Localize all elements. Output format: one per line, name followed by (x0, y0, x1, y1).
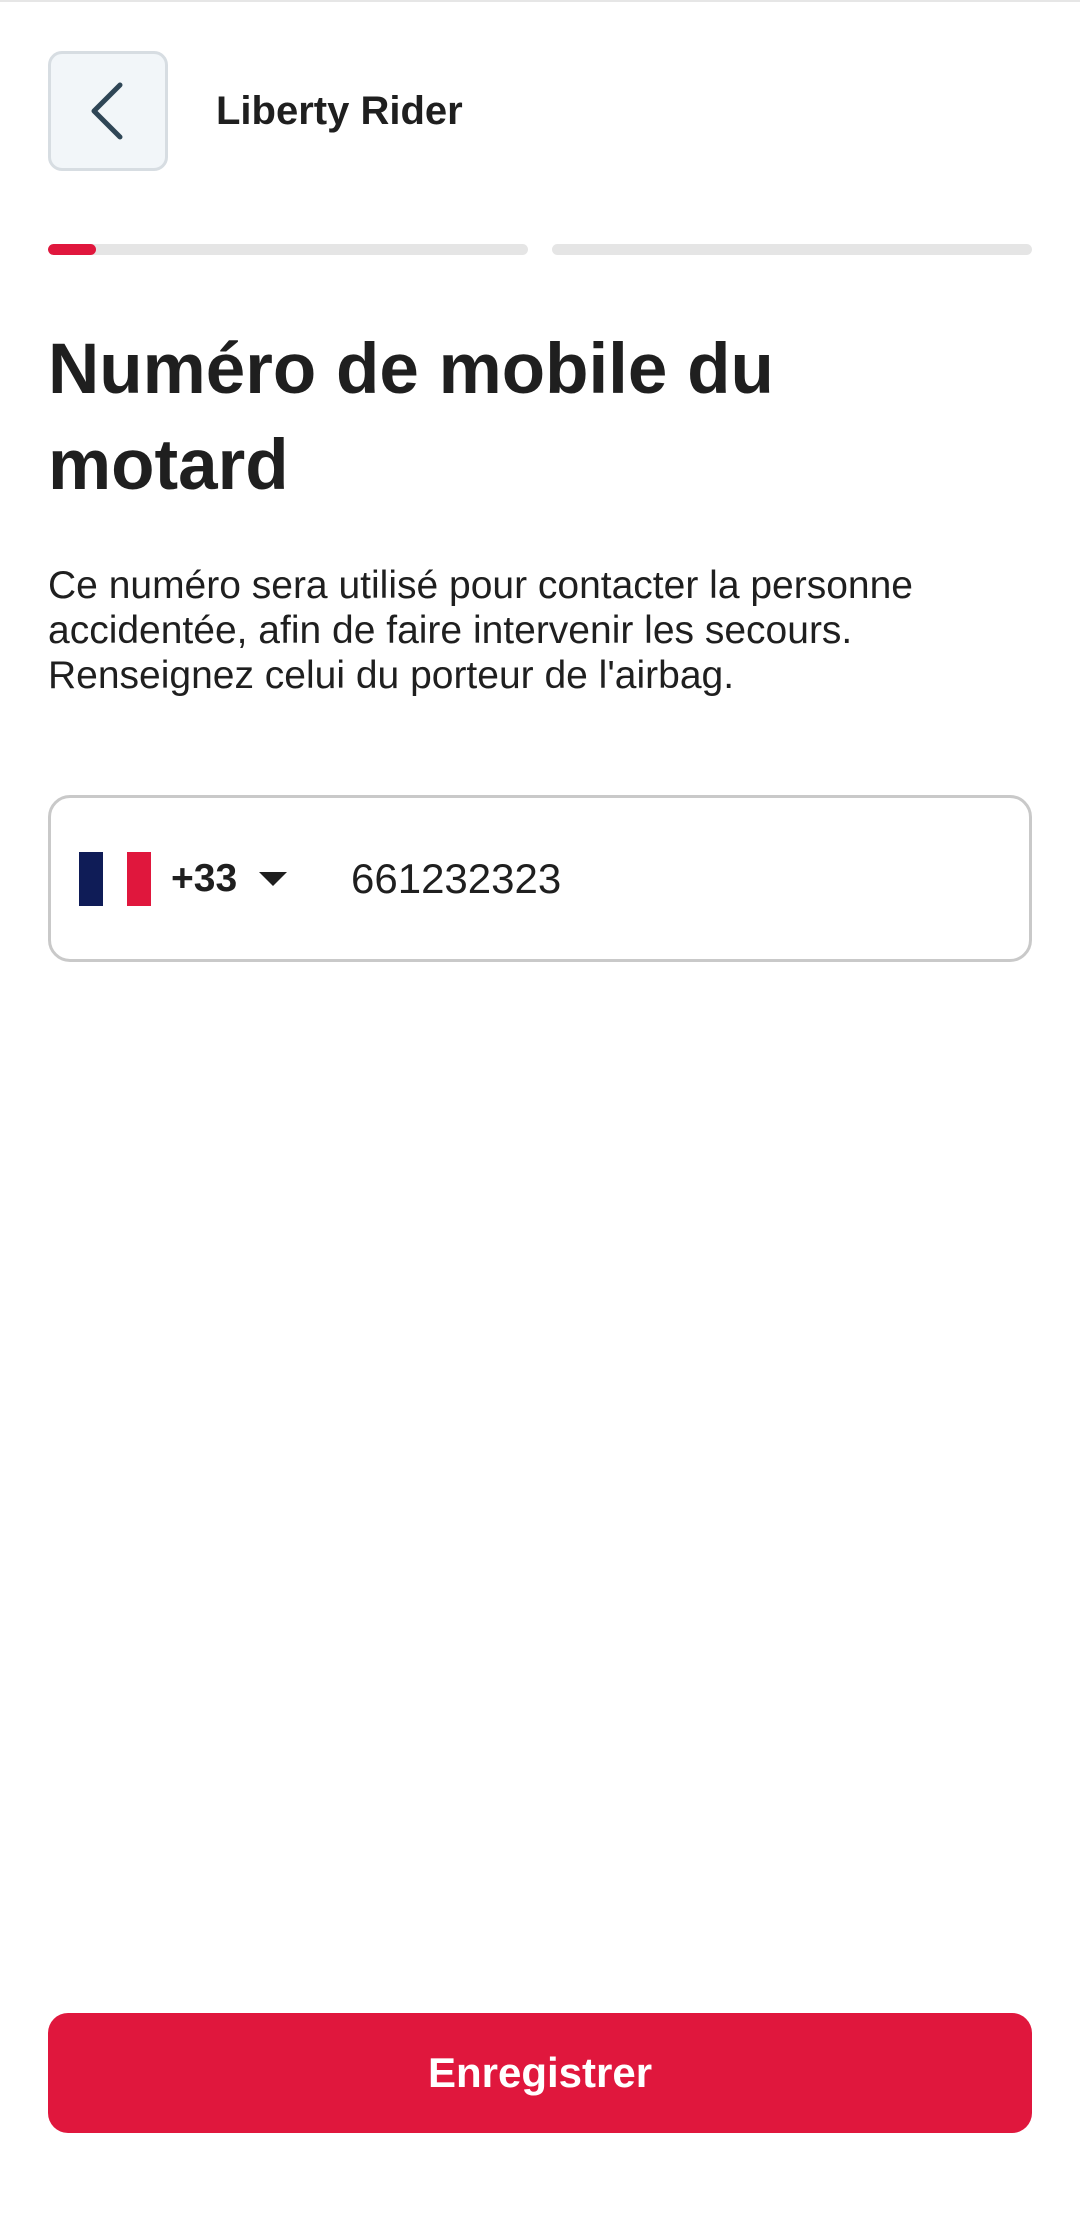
description-text: Ce numéro sera utilisé pour contacter la… (48, 564, 913, 697)
caret-down-icon (259, 871, 288, 886)
phone-field: +33 (48, 795, 1032, 962)
country-code-selector[interactable]: +33 (79, 798, 289, 959)
page-title: Numéro de mobile du motard (48, 330, 774, 505)
progress-step-1 (48, 244, 528, 255)
progress-step-2 (552, 244, 1032, 255)
back-button[interactable] (48, 51, 168, 171)
phone-number-input[interactable] (351, 798, 991, 959)
dial-code: +33 (171, 856, 238, 900)
top-divider (0, 0, 1080, 2)
france-flag-icon (79, 851, 151, 906)
header: Liberty Rider (48, 51, 1032, 171)
save-button[interactable]: Enregistrer (48, 2013, 1032, 2133)
chevron-left-icon (91, 82, 123, 140)
progress-step-1-fill (48, 244, 96, 255)
header-title: Liberty Rider (216, 89, 463, 133)
